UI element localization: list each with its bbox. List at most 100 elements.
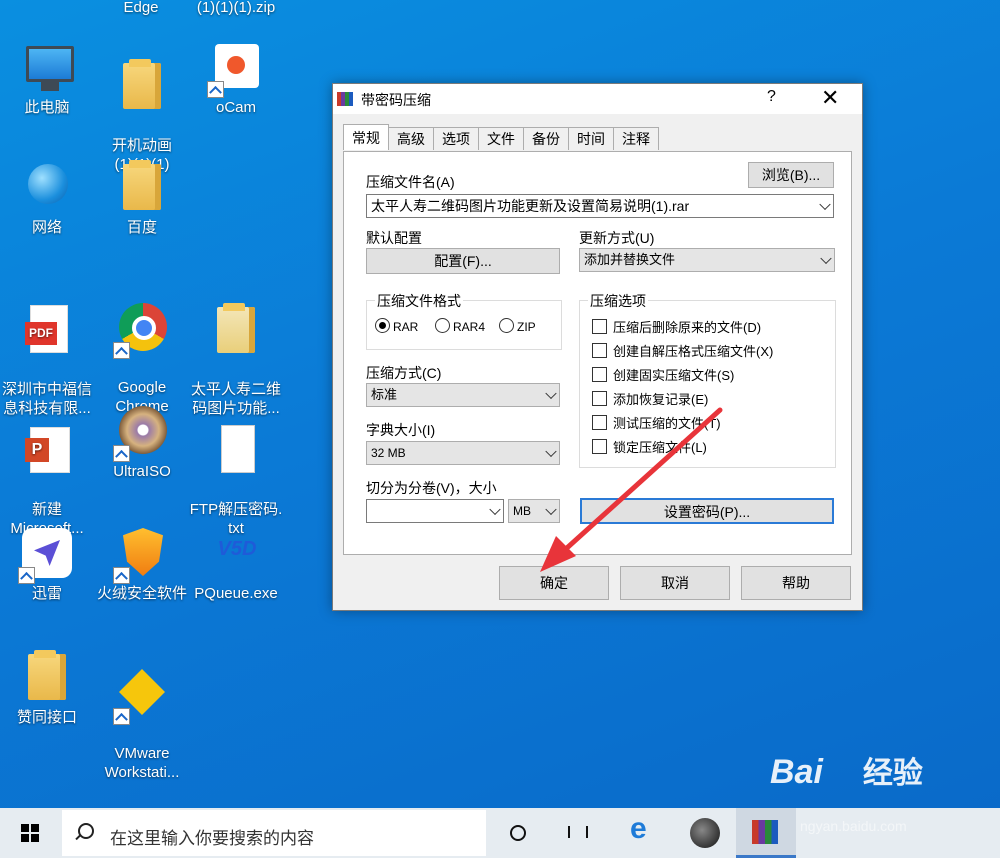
desktop-label-edge[interactable]: Edge <box>93 0 189 17</box>
set-password-button[interactable]: 设置密码(P)... <box>580 498 834 524</box>
dictionary-size-label: 字典大小(I) <box>366 422 436 438</box>
cancel-button[interactable]: 取消 <box>620 566 730 600</box>
split-unit-value: MB <box>513 504 531 518</box>
tab-advanced[interactable]: 高级 <box>388 127 434 150</box>
option-test-files[interactable]: 测试压缩的文件(T) <box>592 413 721 432</box>
split-size-input[interactable] <box>366 499 504 523</box>
windows-logo-icon <box>21 824 39 842</box>
update-mode-label: 更新方式(U) <box>579 230 655 246</box>
desktop-icon-ocam[interactable]: oCam <box>188 40 284 117</box>
search-placeholder: 在这里输入你要搜索的内容 <box>110 829 314 848</box>
document-icon <box>209 303 263 357</box>
dictionary-size-select[interactable]: 32 MB <box>366 441 560 465</box>
winrar-taskbar-icon[interactable] <box>736 808 796 858</box>
option-create-sfx[interactable]: 创建自解压格式压缩文件(X) <box>592 341 773 360</box>
desktop-icon-this-pc[interactable]: 此电脑 <box>0 40 95 117</box>
shortcut-arrow-icon <box>113 708 130 725</box>
format-rar4-radio[interactable]: RAR4 <box>435 318 485 334</box>
desktop-icon-network[interactable]: 网络 <box>0 160 95 237</box>
tab-backup[interactable]: 备份 <box>523 127 569 150</box>
desktop-icon-huorong[interactable]: 火绒安全软件 <box>94 526 190 603</box>
tab-options[interactable]: 选项 <box>433 127 479 150</box>
option-lock-archive[interactable]: 锁定压缩文件(L) <box>592 437 707 456</box>
baidu-watermark: Bai 经验 <box>770 748 923 792</box>
radio-icon <box>499 318 514 333</box>
desktop-icon-label: 赞同接口 <box>16 709 77 726</box>
edge-taskbar-icon[interactable] <box>616 808 668 858</box>
taskbar-search-box[interactable]: 在这里输入你要搜索的内容 <box>62 810 486 856</box>
split-unit-select[interactable]: MB <box>508 499 560 523</box>
tab-bar: 常规 高级 选项 文件 备份 时间 注释 <box>343 124 659 151</box>
folder-icon <box>115 59 169 113</box>
desktop-icon-label: PQueue.exe <box>194 585 278 602</box>
cortana-icon[interactable] <box>492 808 544 858</box>
desktop-icon-label: 迅雷 <box>31 585 62 602</box>
desktop-icon-label: VMware Workstati... <box>104 745 180 781</box>
shortcut-arrow-icon <box>113 445 130 462</box>
archive-options-group: 压缩选项 压缩后删除原来的文件(D) 创建自解压格式压缩文件(X) 创建固实压缩… <box>579 291 836 468</box>
desktop-icon-baidu-folder[interactable]: 百度 <box>94 160 190 237</box>
desktop-icon-pqueue[interactable]: V5D PQueue.exe <box>188 526 284 603</box>
radio-icon <box>435 318 450 333</box>
help-icon[interactable]: ? <box>767 88 776 106</box>
start-button[interactable] <box>0 808 58 858</box>
archive-name-label: 压缩文件名(A) <box>366 174 455 190</box>
desktop-label-zip[interactable]: (1)(1)(1).zip <box>188 0 284 17</box>
checkbox-icon <box>592 439 607 454</box>
archive-name-value: 太平人寿二维码图片功能更新及设置简易说明(1).rar <box>371 198 690 214</box>
checkbox-icon <box>592 343 607 358</box>
format-zip-radio[interactable]: ZIP <box>499 318 536 334</box>
desktop-icon-zantong-folder[interactable]: 赞同接口 <box>0 650 95 727</box>
task-view-icon[interactable] <box>550 808 602 858</box>
compression-method-select[interactable]: 标准 <box>366 383 560 407</box>
ok-button[interactable]: 确定 <box>499 566 609 600</box>
profiles-button[interactable]: 配置(F)... <box>366 248 560 274</box>
browse-button[interactable]: 浏览(B)... <box>748 162 834 188</box>
option-recovery-record[interactable]: 添加恢复记录(E) <box>592 389 708 408</box>
close-icon[interactable]: ✕ <box>821 85 839 111</box>
shortcut-arrow-icon <box>18 567 35 584</box>
update-mode-value: 添加并替换文件 <box>584 252 676 267</box>
tab-general[interactable]: 常规 <box>343 124 389 150</box>
option-label: 创建固实压缩文件(S) <box>613 368 735 383</box>
network-icon <box>20 160 74 214</box>
archive-options-title: 压缩选项 <box>588 291 648 311</box>
computer-icon <box>20 40 74 94</box>
dialog-titlebar[interactable]: 带密码压缩 ? ✕ <box>333 84 862 114</box>
compression-method-label: 压缩方式(C) <box>366 365 442 381</box>
shortcut-arrow-icon <box>113 567 130 584</box>
split-volumes-label: 切分为分卷(V)，大小 <box>366 480 497 496</box>
shortcut-arrow-icon <box>207 81 224 98</box>
desktop-icon-label: oCam <box>215 99 256 116</box>
format-rar4-label: RAR4 <box>453 320 486 334</box>
archive-name-combo[interactable]: 太平人寿二维码图片功能更新及设置简易说明(1).rar <box>366 194 834 218</box>
chevron-down-icon[interactable] <box>489 503 501 516</box>
option-delete-after[interactable]: 压缩后删除原来的文件(D) <box>592 317 761 336</box>
desktop-icon-ultraiso[interactable]: UltraISO <box>94 404 190 481</box>
format-rar-radio[interactable]: RAR <box>375 318 418 334</box>
help-button[interactable]: 帮助 <box>741 566 851 600</box>
update-mode-select[interactable]: 添加并替换文件 <box>579 248 835 272</box>
user-app-taskbar-icon[interactable] <box>680 808 732 858</box>
tab-time[interactable]: 时间 <box>568 127 614 150</box>
option-label: 添加恢复记录(E) <box>613 392 709 407</box>
option-label: 测试压缩的文件(T) <box>613 416 721 431</box>
chevron-down-icon[interactable] <box>819 198 831 211</box>
desktop-icon-thunder[interactable]: 迅雷 <box>0 526 95 603</box>
option-label: 锁定压缩文件(L) <box>613 440 707 455</box>
desktop-icon-vmware[interactable]: VMware Workstati... <box>94 648 190 801</box>
desktop-icon-label: UltraISO <box>113 463 171 480</box>
compress-with-password-dialog: 带密码压缩 ? ✕ 常规 高级 选项 文件 备份 时间 注释 压缩文件名(A) … <box>332 83 863 611</box>
chrome-icon <box>113 301 169 359</box>
ocam-icon <box>207 40 263 98</box>
checkbox-icon <box>592 391 607 406</box>
option-create-solid[interactable]: 创建固实压缩文件(S) <box>592 365 734 384</box>
default-profile-label: 默认配置 <box>366 230 422 246</box>
shortcut-arrow-icon <box>113 342 130 359</box>
tab-comment[interactable]: 注释 <box>613 127 659 150</box>
pqueue-icon: V5D <box>217 538 257 560</box>
desktop-icon-label: 百度 <box>126 219 157 236</box>
compression-method-value: 标准 <box>371 387 398 402</box>
tab-files[interactable]: 文件 <box>478 127 524 150</box>
desktop-icon-label: 火绒安全软件 <box>96 585 187 602</box>
